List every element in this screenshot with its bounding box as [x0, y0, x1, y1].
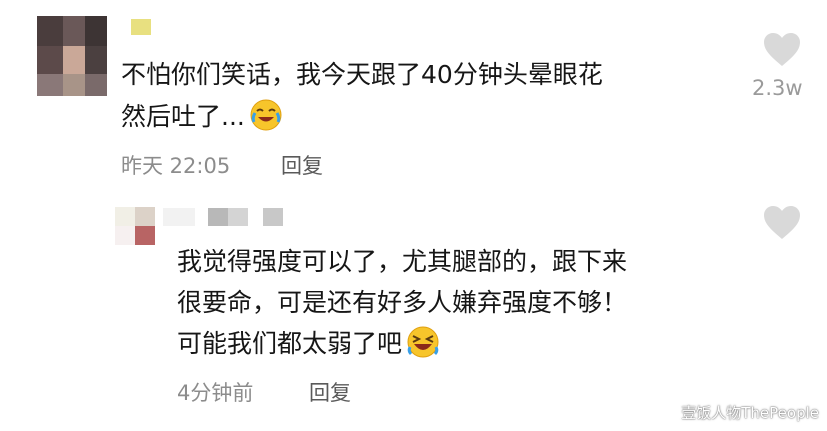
reply-heart-icon[interactable] — [762, 205, 802, 241]
username-blurred[interactable] — [131, 19, 151, 35]
reply-reply-button[interactable]: 回复 — [309, 377, 351, 407]
watermark: 壹饭人物ThePeople — [681, 404, 819, 422]
comment-timestamp: 昨天 22:05 — [121, 154, 231, 178]
comment-text-line-2-content: 然后吐了... — [121, 102, 245, 131]
reply-text-line-1: 我觉得强度可以了，尤其腿部的，跟下来 — [177, 247, 628, 276]
reply-button[interactable]: 回复 — [281, 150, 323, 180]
avatar[interactable] — [37, 16, 107, 96]
heart-icon[interactable] — [762, 32, 802, 68]
reply-timestamp: 4分钟前 — [177, 381, 254, 405]
reply-text-line-2: 很要命，可是还有好多人嫌弃强度不够！ — [177, 288, 628, 317]
reply-avatar[interactable] — [115, 207, 155, 245]
reply-text-line-3-content: 可能我们都太弱了吧 — [177, 329, 403, 358]
reply-text-line-3: 可能我们都太弱了吧 — [177, 323, 440, 364]
reply-username-blurred[interactable] — [163, 208, 285, 226]
like-count: 2.3w — [752, 76, 803, 100]
rolling-laughing-face-icon — [407, 326, 439, 358]
comment-text-line-2: 然后吐了... — [121, 96, 283, 137]
crying-laughing-face-icon — [250, 99, 282, 131]
comment-text-line-1: 不怕你们笑话，我今天跟了40分钟头晕眼花 — [121, 60, 603, 89]
